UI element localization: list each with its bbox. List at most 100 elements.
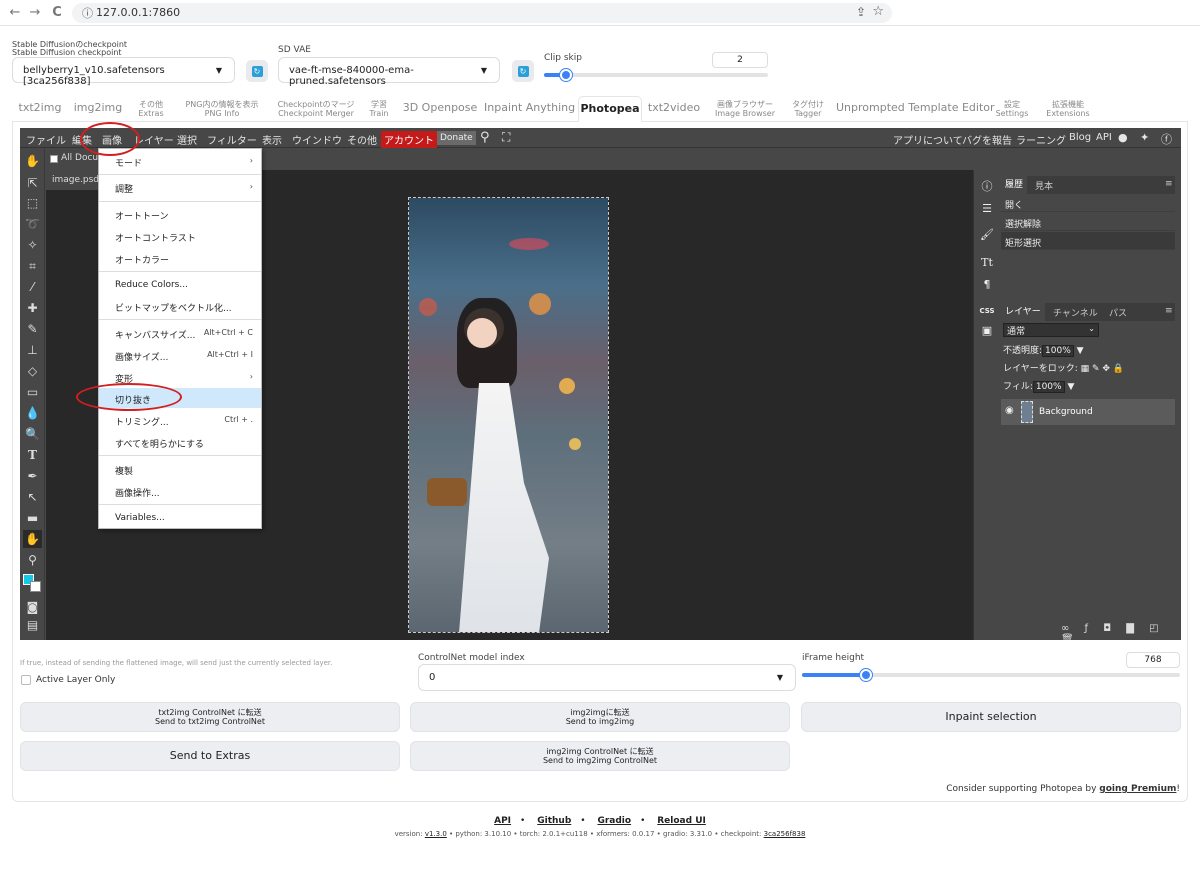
blend-mode-select[interactable]: 通常 ⌄ [1003,323,1099,337]
canvas-image[interactable] [408,197,609,633]
address-bar[interactable]: ⓘ 127.0.0.1:7860 ⇪ ☆ [72,3,892,23]
vae-select[interactable]: vae-ft-mse-840000-ema-pruned.safetensors… [278,57,500,87]
footer-api-link[interactable]: API [494,816,511,826]
brush-tool-icon[interactable]: ✎ [23,320,42,338]
chevron-down-icon[interactable]: ▼ [1077,346,1084,356]
menu-item-variables[interactable]: Variables... [99,508,261,528]
properties-panel-icon[interactable]: ☰ [978,200,996,218]
inpaint-selection-button[interactable]: Inpaint selection [801,702,1181,732]
tab-txt2video[interactable]: txt2video [646,96,702,122]
chevron-down-icon[interactable]: ▼ [1067,382,1074,392]
magic-wand-icon[interactable]: ✧ [23,236,42,254]
channels-tab[interactable]: チャンネル [1053,306,1098,319]
history-tab[interactable]: 履歴 [1001,176,1028,194]
footer-github-link[interactable]: Github [537,816,571,826]
gradient-tool-icon[interactable]: ▭ [23,383,42,401]
tab-png-info[interactable]: PNG内の情報を表示 PNG Info [177,96,267,122]
bookmark-star-icon[interactable]: ☆ [872,4,884,19]
tab-inpaint-anything[interactable]: Inpaint Anything [484,96,575,122]
search-icon[interactable]: ⚲ [480,130,490,145]
history-item[interactable]: 選択解除 [1001,213,1175,231]
character-panel-icon[interactable]: Tt [978,254,996,272]
layer-row[interactable]: ◉ Background [1001,399,1175,425]
tab-img2img[interactable]: img2img [70,96,126,122]
blog-link[interactable]: Blog [1069,132,1091,143]
tab-image-browser[interactable]: 画像ブラウザー Image Browser [712,96,778,122]
menu-view[interactable]: 表示 [262,132,282,147]
move-tool-icon[interactable]: ⇱ [23,174,42,192]
iframe-height-input[interactable]: 768 [1126,652,1180,668]
report-bug-link[interactable]: バグを報告 [962,132,1012,147]
account-button[interactable]: アカウント [381,131,437,148]
dodge-tool-icon[interactable]: 🔍 [23,425,42,443]
stamp-tool-icon[interactable]: ⊥ [23,341,42,359]
back-button[interactable]: ← [6,4,24,22]
share-icon[interactable]: ⇪ [856,5,866,19]
menu-item-trim[interactable]: トリミング... Ctrl + . [99,410,261,430]
crop-tool-icon[interactable]: ⌗ [23,257,42,275]
clip-skip-input[interactable]: 2 [712,52,768,68]
fill-input[interactable]: 100% [1032,381,1065,393]
menu-filter[interactable]: フィルター [207,132,257,147]
reload-button[interactable]: C [48,4,66,22]
marquee-tool-icon[interactable]: ⬚ [23,194,42,212]
menu-item-reduce-colors[interactable]: Reduce Colors... [99,275,261,295]
send-img2img-controlnet-button[interactable]: img2img ControlNet に転送 Send to img2img Co… [410,741,790,771]
menu-item-reveal-all[interactable]: すべてを明らかにする [99,432,261,452]
background-color-swatch[interactable] [30,581,41,592]
menu-item-vectorize[interactable]: ビットマップをベクトル化... [99,296,261,316]
opacity-input[interactable]: 100% [1042,345,1074,357]
healing-brush-icon[interactable]: ✚ [23,299,42,317]
history-item[interactable]: 開く [1001,194,1175,212]
tab-photopea[interactable]: Photopea [578,96,642,122]
tab-extras[interactable]: その他 Extras [130,96,172,122]
refresh-checkpoint-button[interactable]: ↻ [246,60,268,82]
menu-item-duplicate[interactable]: 複製 [99,459,261,479]
learning-link[interactable]: ラーニング [1016,132,1066,147]
menu-item-adjustments[interactable]: 調整 › [99,177,261,197]
hand-tool-icon[interactable]: ✋ [23,152,42,170]
lasso-tool-icon[interactable]: ➰ [23,215,42,233]
info-panel-icon[interactable]: ⓘ [978,178,996,196]
api-link[interactable]: API [1096,132,1112,143]
premium-link[interactable]: going Premium [1099,784,1176,794]
eraser-tool-icon[interactable]: ◇ [23,362,42,380]
facebook-icon[interactable]: ⓕ [1161,131,1172,147]
send-img2img-button[interactable]: img2imgに転送 Send to img2img [410,702,790,732]
menu-item-canvas-size[interactable]: キャンバスサイズ... Alt+Ctrl + C [99,323,261,343]
menu-item-image-operations[interactable]: 画像操作... [99,481,261,501]
lock-icons[interactable]: ▦ ✎ ✥ 🔒 [1081,364,1124,374]
zoom-tool-icon[interactable]: ⚲ [23,551,42,569]
paths-tab[interactable]: パス [1109,306,1127,319]
checkpoint-hash-link[interactable]: 3ca256f838 [764,830,806,838]
hand-tool-active-icon[interactable]: ✋ [23,530,42,548]
tab-unprompted[interactable]: Unprompted Template Editor [836,96,995,122]
menu-item-auto-tone[interactable]: オートトーン [99,204,261,224]
layer-actions-icons[interactable]: ∞ ƒ ◘ ▇ ◰ 🗑 [1061,623,1175,640]
tab-tagger[interactable]: タグ付け Tagger [788,96,828,122]
all-documents-checkbox[interactable] [50,155,58,163]
footer-gradio-link[interactable]: Gradio [597,816,631,826]
about-link[interactable]: アプリについて [893,132,963,147]
path-select-icon[interactable]: ↖ [23,488,42,506]
type-tool-icon[interactable]: T [23,446,42,464]
menu-item-image-size[interactable]: 画像サイズ... Alt+Ctrl + I [99,345,261,365]
menu-window[interactable]: ウインドウ [292,132,342,147]
active-layer-checkbox[interactable] [21,675,31,685]
paragraph-panel-icon[interactable]: ¶ [978,276,996,294]
tab-3d-openpose[interactable]: 3D Openpose [402,96,478,122]
refresh-vae-button[interactable]: ↻ [512,60,534,82]
send-txt2img-controlnet-button[interactable]: txt2img ControlNet に転送 Send to txt2img Co… [20,702,400,732]
checkpoint-select[interactable]: bellyberry1_v10.safetensors [3ca256f838]… [12,57,235,87]
document-tab[interactable]: image.psd [46,170,104,190]
tab-extensions[interactable]: 拡張機能 Extensions [1044,96,1092,122]
css-panel-icon[interactable]: CSS [978,302,996,320]
menu-item-auto-color[interactable]: オートカラー [99,248,261,268]
send-to-extras-button[interactable]: Send to Extras [20,741,400,771]
brush-panel-icon[interactable]: 🖌 [978,226,996,244]
footer-reload-link[interactable]: Reload UI [657,816,706,826]
fullscreen-icon[interactable]: ⛶ [502,130,510,145]
twitter-icon[interactable]: ✦ [1140,131,1149,144]
tab-settings[interactable]: 設定 Settings [992,96,1032,122]
swatches-tab[interactable]: 見本 [1035,179,1053,192]
